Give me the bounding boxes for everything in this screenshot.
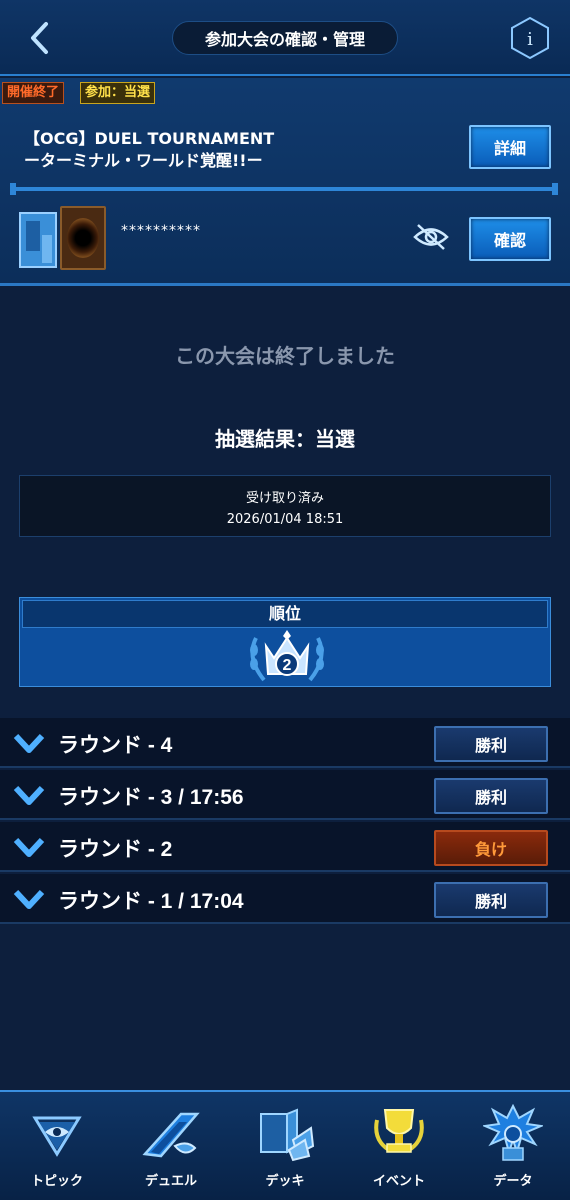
nav-duel[interactable]: デュエル bbox=[114, 1092, 228, 1200]
lottery-result: 抽選結果：当選 bbox=[215, 427, 355, 451]
header-bar: 参加大会の確認・管理 i bbox=[0, 0, 570, 76]
nav-label: デュエル bbox=[144, 1174, 197, 1189]
result-badge-win[interactable]: 勝利 bbox=[434, 882, 548, 918]
round-label: ラウンド - 3 / 17:56 bbox=[58, 786, 244, 809]
detail-button[interactable]: 詳細 bbox=[469, 125, 551, 169]
receipt-status: 受け取り済み bbox=[245, 491, 324, 506]
trophy-icon bbox=[374, 1109, 424, 1153]
status-badge: 開催終了 bbox=[2, 82, 65, 104]
round-row[interactable]: ラウンド - 2 負け bbox=[0, 822, 570, 872]
receipt-box: 受け取り済み 2026/01/04 18:51 bbox=[19, 475, 551, 537]
eye-hidden-icon[interactable] bbox=[412, 222, 450, 252]
tournament-title: 【OCG】DUEL TOURNAMENT ーターミナル・ワールド覚醒!!ー bbox=[24, 128, 274, 172]
nav-label: デッキ bbox=[265, 1174, 305, 1189]
page-title: 参加大会の確認・管理 bbox=[172, 21, 398, 55]
card-swirl bbox=[67, 218, 99, 258]
nav-data[interactable]: データ bbox=[456, 1092, 570, 1200]
result-badge-win[interactable]: 勝利 bbox=[434, 778, 548, 814]
back-arrow-icon[interactable] bbox=[20, 18, 60, 58]
deck-icon bbox=[260, 1108, 315, 1162]
nav-event[interactable]: イベント bbox=[342, 1092, 456, 1200]
nav-label: イベント bbox=[372, 1174, 425, 1189]
svg-text:2: 2 bbox=[283, 657, 292, 674]
round-row[interactable]: ラウンド - 4 勝利 bbox=[0, 718, 570, 768]
receipt-time: 2026/01/04 18:51 bbox=[226, 512, 344, 527]
chevron-down-icon bbox=[13, 889, 45, 909]
result-badge-lose[interactable]: 負け bbox=[434, 830, 548, 866]
divider bbox=[12, 187, 558, 191]
rank-header: 順位 bbox=[22, 600, 548, 628]
ended-message: この大会は終了しました bbox=[175, 344, 395, 368]
nav-deck[interactable]: デッキ bbox=[228, 1092, 342, 1200]
round-label: ラウンド - 4 bbox=[58, 734, 173, 757]
entry-badge: 参加：当選 bbox=[80, 82, 156, 104]
svg-text:i: i bbox=[527, 29, 533, 50]
chevron-down-icon bbox=[13, 837, 45, 857]
rank-crown-icon: 2 bbox=[250, 630, 324, 682]
chevron-down-icon bbox=[13, 785, 45, 805]
round-row[interactable]: ラウンド - 1 / 17:04 勝利 bbox=[0, 874, 570, 924]
round-row[interactable]: ラウンド - 3 / 17:56 勝利 bbox=[0, 770, 570, 820]
nav-label: データ bbox=[493, 1174, 533, 1189]
tournament-panel: 開催終了 参加：当選 【OCG】DUEL TOURNAMENT ーターミナル・ワ… bbox=[0, 78, 570, 286]
divider-cap-right bbox=[552, 183, 558, 195]
character-icon bbox=[483, 1104, 543, 1161]
deck-name: ********** bbox=[121, 223, 201, 239]
millennium-eye-icon bbox=[32, 1116, 82, 1157]
deck-card-back bbox=[60, 206, 106, 270]
result-badge-win[interactable]: 勝利 bbox=[434, 726, 548, 762]
chevron-down-icon bbox=[13, 733, 45, 753]
duel-disk-icon bbox=[142, 1112, 200, 1158]
round-label: ラウンド - 2 bbox=[58, 838, 173, 861]
tournament-title-line2: ーターミナル・ワールド覚醒!!ー bbox=[24, 151, 263, 170]
nav-topics[interactable]: トピック bbox=[0, 1092, 114, 1200]
info-icon[interactable]: i bbox=[508, 16, 552, 60]
round-label: ラウンド - 1 / 17:04 bbox=[58, 890, 244, 913]
bottom-nav: トピック デュエル デッキ イベント データ bbox=[0, 1090, 570, 1200]
deck-case-icon bbox=[19, 212, 57, 268]
tournament-title-line1: 【OCG】DUEL TOURNAMENT bbox=[24, 129, 275, 148]
confirm-button[interactable]: 確認 bbox=[469, 217, 551, 261]
nav-label: トピック bbox=[30, 1174, 83, 1189]
divider-cap-left bbox=[10, 183, 16, 195]
rank-box: 順位 2 bbox=[19, 597, 551, 687]
